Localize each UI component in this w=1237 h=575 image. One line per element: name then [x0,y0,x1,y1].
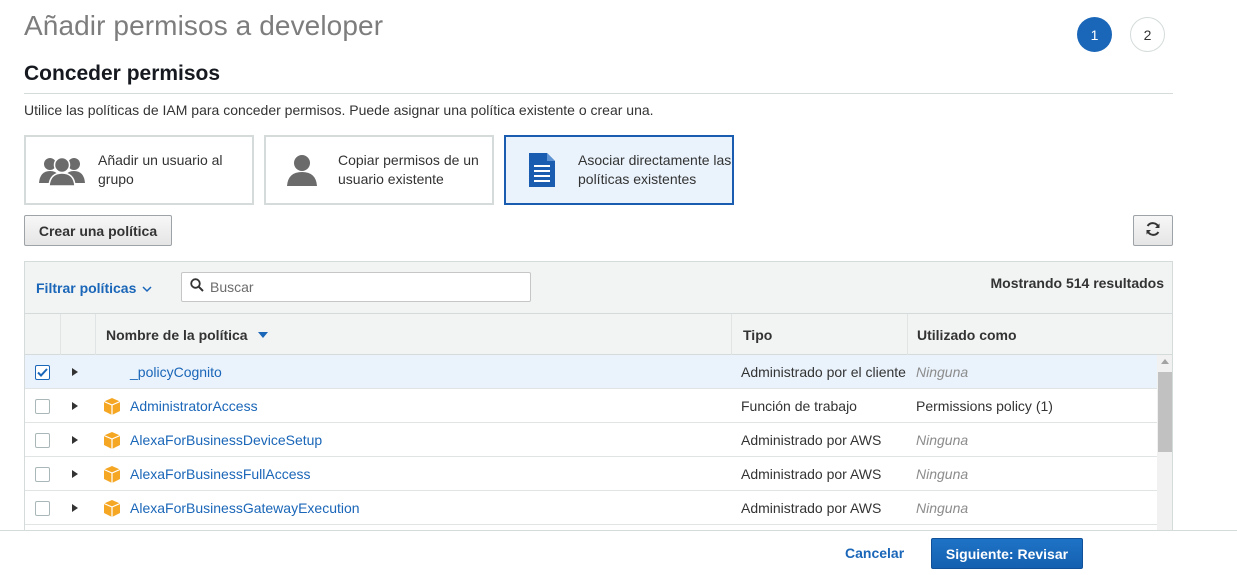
policy-type: Administrado por el cliente [741,364,906,380]
policy-name-link[interactable]: _policyCognito [130,364,222,380]
policy-type: Administrado por AWS [741,466,882,482]
scrollbar-thumb[interactable] [1158,372,1172,452]
section-title: Conceder permisos [24,62,221,85]
table-row[interactable]: AlexaForBusinessFullAccess Administrado … [25,457,1157,491]
policy-name-link[interactable]: AlexaForBusinessFullAccess [130,466,311,482]
option-add-to-group[interactable]: Añadir un usuario al grupo [24,135,254,205]
policies-table: Filtrar políticas Mostrando 514 resultad… [24,261,1173,531]
header-used-as[interactable]: Utilizado como [907,314,1172,355]
refresh-button[interactable] [1133,215,1173,246]
policy-used-as: Ninguna [916,466,969,482]
row-checkbox[interactable] [35,500,50,516]
policy-used-as: Ninguna [916,364,969,380]
header-select-column [25,314,60,355]
policy-name-link[interactable]: AdministratorAccess [130,398,258,414]
table-row[interactable]: AlexaForBusinessDeviceSetup Administrado… [25,423,1157,457]
wizard-steps: 1 2 [1077,17,1165,52]
scroll-up-icon[interactable] [1161,359,1169,364]
users-group-icon [38,150,86,190]
add-permissions-page: Añadir permisos a developer 1 2 Conceder… [0,0,1237,575]
results-count: Mostrando 514 resultados [990,275,1165,291]
option-label: Añadir un usuario al grupo [98,152,223,187]
aws-package-icon [103,397,121,415]
chevron-down-icon [142,280,152,296]
header-policy-name[interactable]: Nombre de la política [95,314,731,355]
aws-package-icon [103,465,121,483]
aws-package-icon [103,431,121,449]
table-scrollbar[interactable] [1157,355,1172,531]
policy-type: Administrado por AWS [741,432,882,448]
expand-row-icon[interactable] [72,470,78,478]
table-header: Nombre de la política Tipo Utilizado com… [25,314,1172,355]
step-1[interactable]: 1 [1077,17,1112,52]
search-icon [190,277,204,297]
document-icon [518,150,566,190]
expand-row-icon[interactable] [72,504,78,512]
footer-divider [0,530,1237,531]
section-divider [24,93,1173,94]
cancel-link[interactable]: Cancelar [845,545,904,561]
table-row[interactable]: _policyCognito Administrado por el clien… [25,355,1157,389]
policy-used-as: Ninguna [916,432,969,448]
search-box [181,272,531,302]
header-expand-column [60,314,95,355]
row-checkbox[interactable] [35,466,50,482]
expand-row-icon[interactable] [72,368,78,376]
option-attach-policies[interactable]: Asociar directamente las políticas exist… [504,135,734,205]
next-review-button[interactable]: Siguiente: Revisar [931,538,1083,569]
policy-name-link[interactable]: AlexaForBusinessGatewayExecution [130,500,360,516]
filter-policies-dropdown[interactable]: Filtrar políticas [36,280,152,296]
table-body: _policyCognito Administrado por el clien… [25,355,1157,525]
sort-desc-icon [257,331,268,338]
header-type[interactable]: Tipo [731,314,907,355]
policy-used-as: Permissions policy (1) [916,398,1053,414]
filter-label: Filtrar políticas [36,280,137,296]
table-row[interactable]: AlexaForBusinessGatewayExecution Adminis… [25,491,1157,525]
table-row[interactable]: AdministratorAccess Función de trabajo P… [25,389,1157,423]
section-description: Utilice las políticas de IAM para conced… [24,102,654,118]
policy-type: Administrado por AWS [741,500,882,516]
row-checkbox[interactable] [35,398,50,414]
policy-type: Función de trabajo [741,398,857,414]
create-policy-button[interactable]: Crear una política [24,215,172,246]
option-label: Asociar directamente las políticas exist… [578,152,732,187]
policy-name-link[interactable]: AlexaForBusinessDeviceSetup [130,432,322,448]
option-label: Copiar permisos de un usuario existente [338,152,479,187]
header-label: Nombre de la política [106,326,248,343]
expand-row-icon[interactable] [72,402,78,410]
search-input[interactable] [210,279,510,295]
row-checkbox[interactable] [35,432,50,448]
user-icon [278,150,326,190]
step-2[interactable]: 2 [1130,17,1165,52]
expand-row-icon[interactable] [72,436,78,444]
aws-package-icon [103,499,121,517]
option-copy-permissions[interactable]: Copiar permisos de un usuario existente [264,135,494,205]
row-checkbox[interactable] [35,364,50,380]
table-toolbar: Filtrar políticas Mostrando 514 resultad… [25,262,1172,314]
policy-used-as: Ninguna [916,500,969,516]
page-title: Añadir permisos a developer [24,10,384,41]
refresh-icon [1145,221,1161,240]
